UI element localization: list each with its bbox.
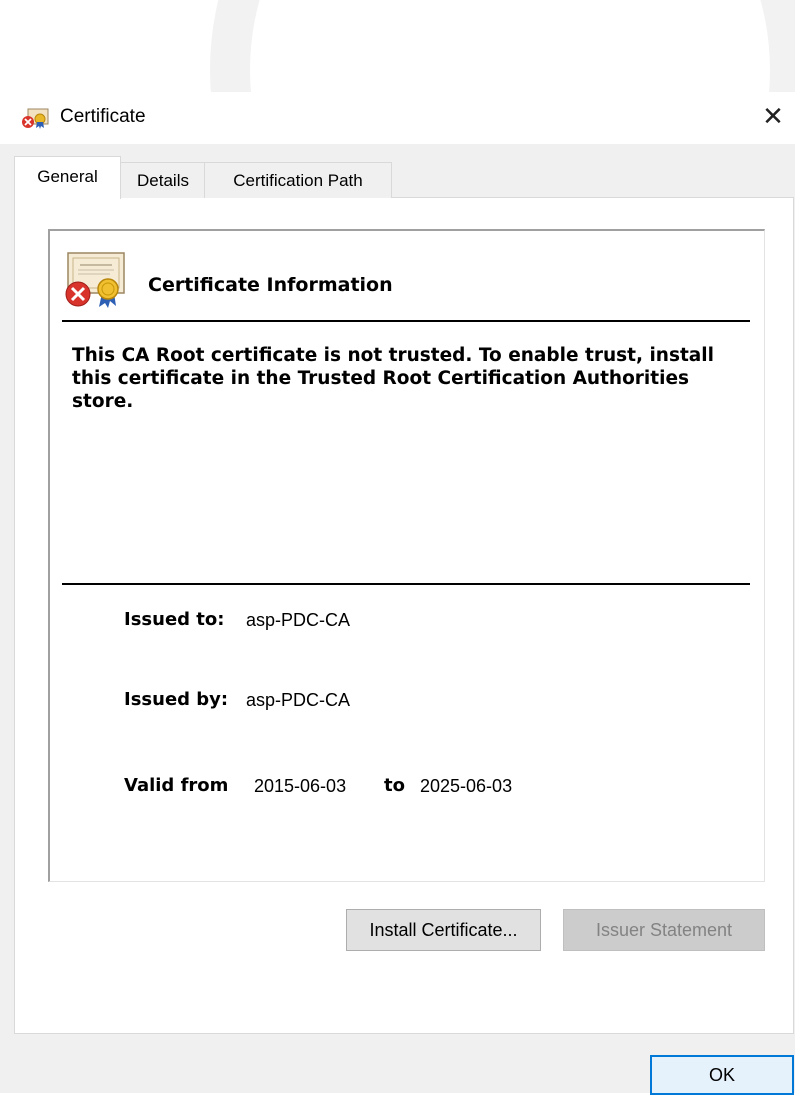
divider-top bbox=[62, 320, 750, 322]
info-heading: Certificate Information bbox=[148, 274, 393, 296]
window-title: Certificate bbox=[60, 106, 146, 127]
title-bar: Certificate ✕ bbox=[0, 92, 795, 144]
divider-bottom bbox=[62, 583, 750, 585]
close-button[interactable]: ✕ bbox=[755, 100, 791, 134]
issued-to-value: asp-PDC-CA bbox=[246, 610, 351, 630]
ok-button[interactable]: OK bbox=[650, 1055, 794, 1095]
valid-from-value: 2015-06-03 bbox=[254, 776, 347, 796]
issued-by-label: Issued by: bbox=[124, 689, 229, 710]
issuer-statement-button[interactable]: Issuer Statement bbox=[563, 909, 765, 951]
tab-details[interactable]: Details bbox=[120, 162, 206, 198]
tab-certification-path[interactable]: Certification Path bbox=[204, 162, 392, 198]
trust-message: This CA Root certificate is not trusted.… bbox=[72, 345, 714, 412]
issued-to-label: Issued to: bbox=[124, 609, 225, 630]
certificate-error-icon bbox=[22, 108, 49, 129]
tab-general[interactable]: General bbox=[14, 156, 121, 199]
valid-from-label: Valid from bbox=[124, 775, 229, 796]
valid-to-label: to bbox=[384, 775, 405, 796]
certificate-untrusted-icon bbox=[65, 252, 125, 308]
issued-by-value: asp-PDC-CA bbox=[246, 690, 351, 710]
valid-to-value: 2025-06-03 bbox=[420, 776, 513, 796]
install-certificate-button[interactable]: Install Certificate... bbox=[346, 909, 541, 951]
